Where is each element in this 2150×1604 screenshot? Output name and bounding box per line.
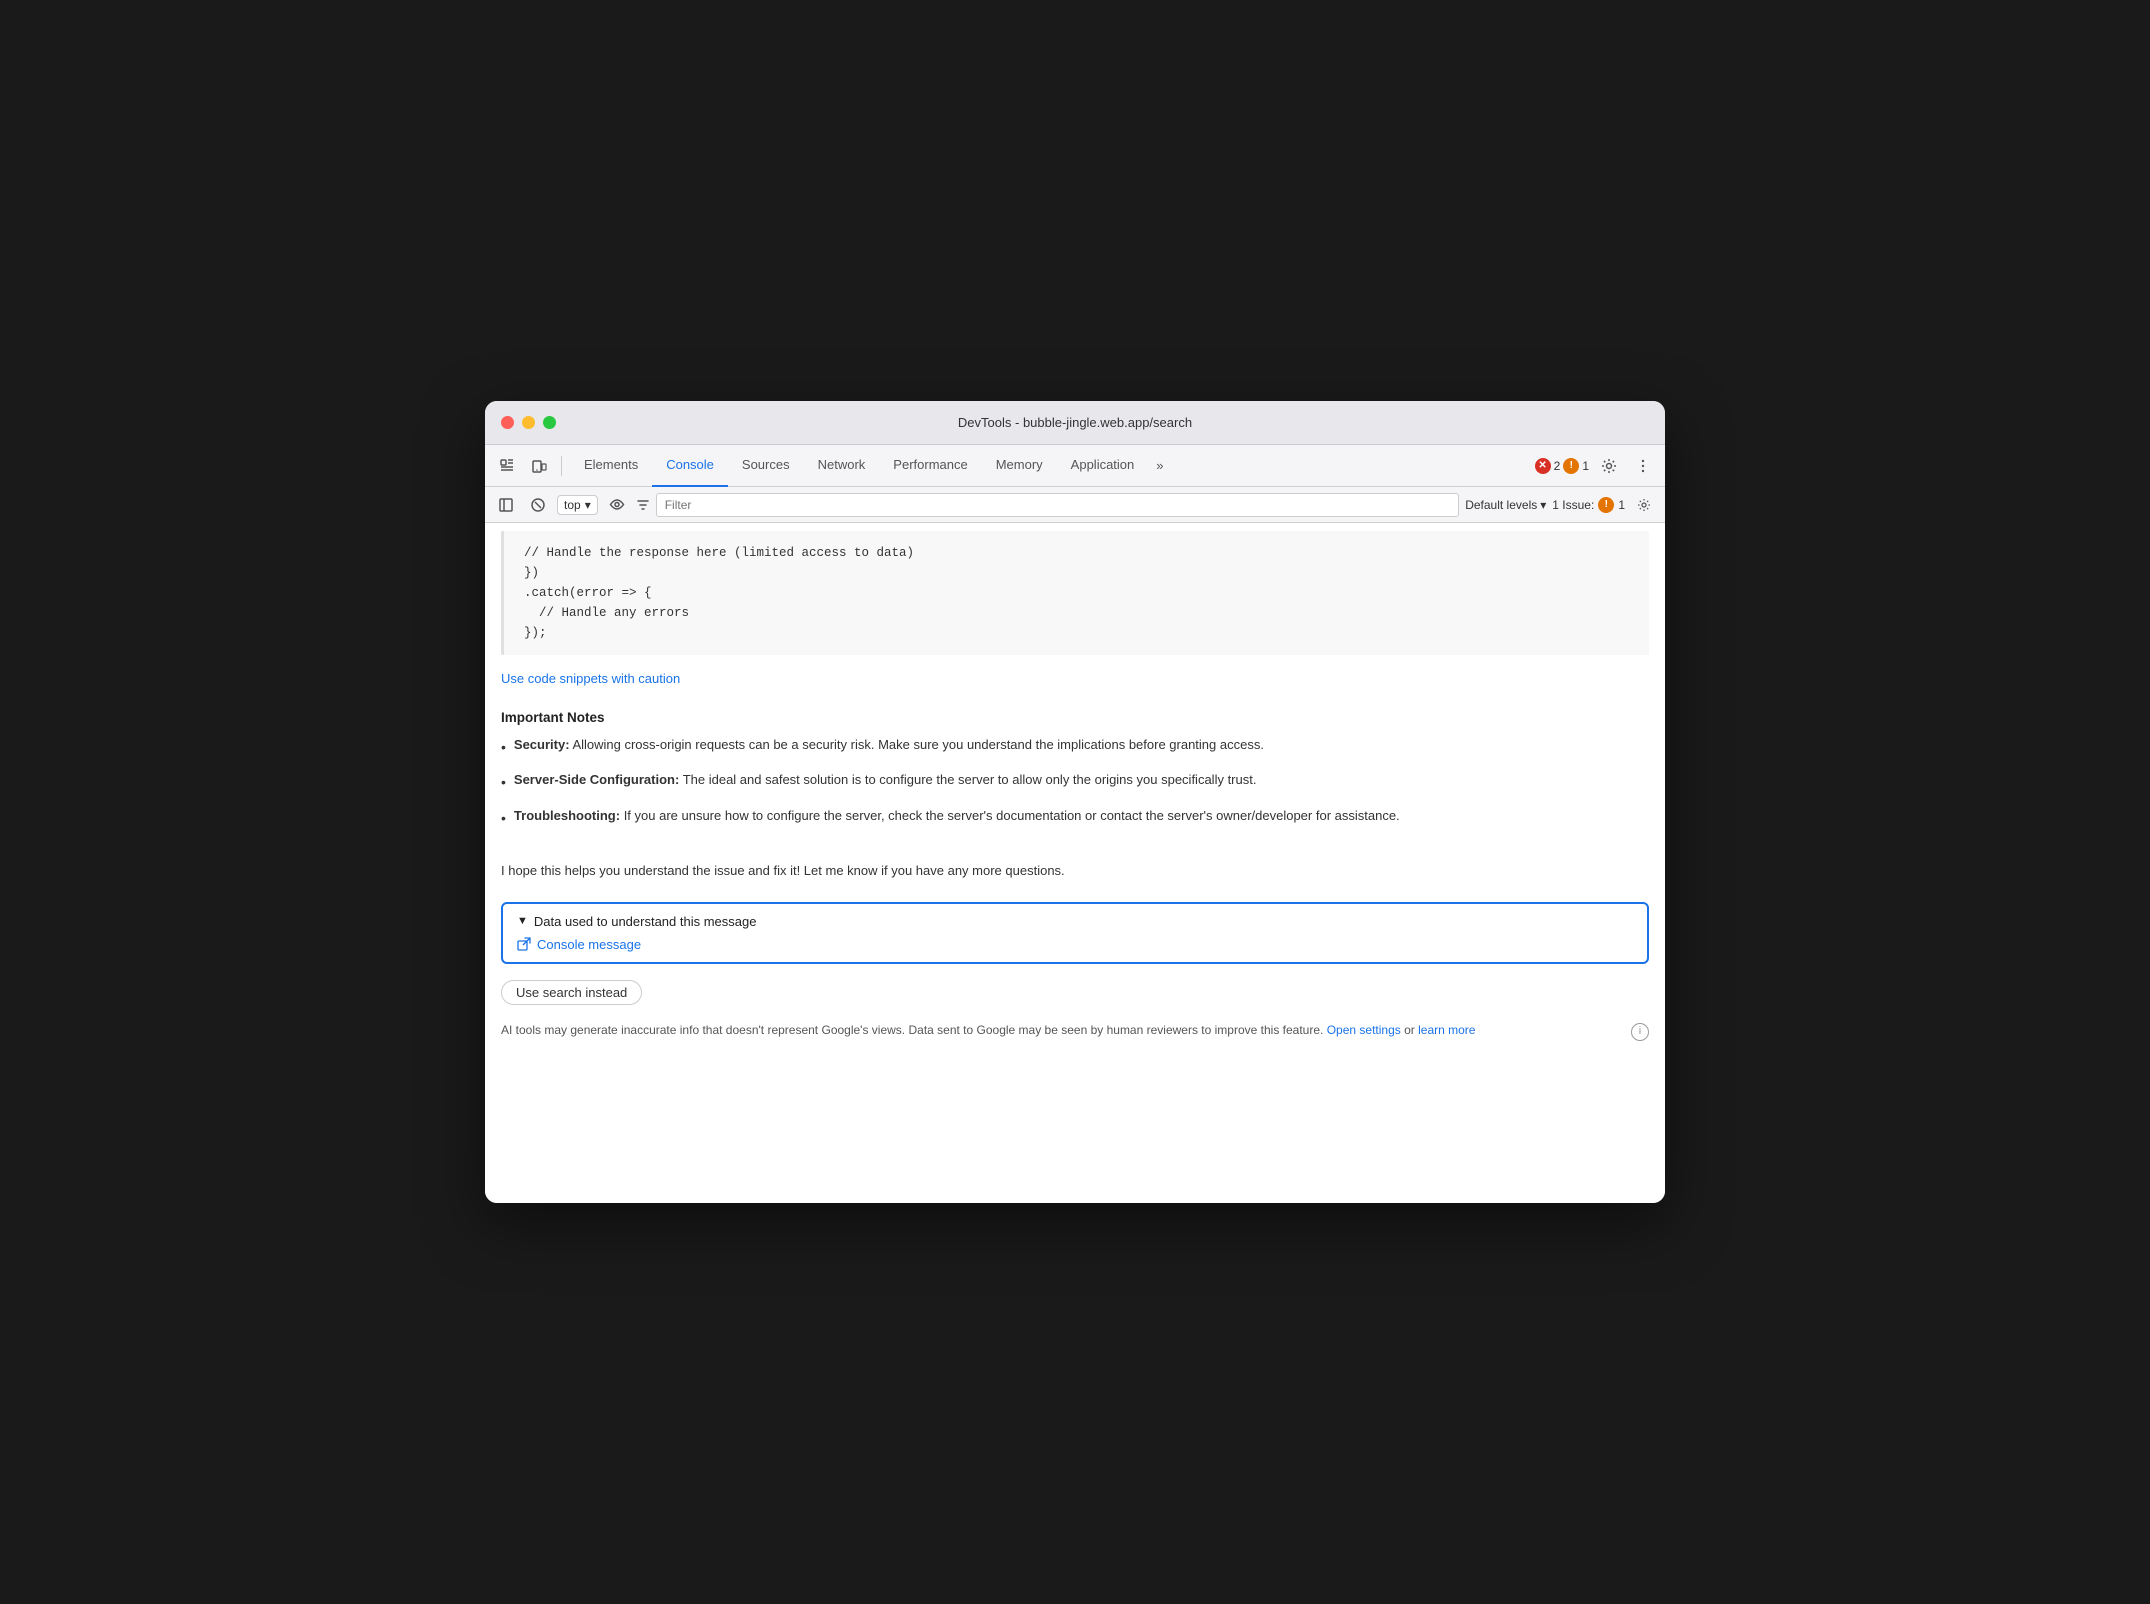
use-search-container: Use search instead (485, 972, 1665, 1013)
sidebar-icon (499, 498, 513, 512)
clear-icon (531, 498, 545, 512)
code-line-2: }) (524, 563, 1629, 583)
console-content: // Handle the response here (limited acc… (485, 523, 1665, 1203)
error-icon: ✕ (1535, 458, 1551, 474)
note-troubleshooting: Troubleshooting: If you are unsure how t… (501, 806, 1649, 829)
code-block: // Handle the response here (limited acc… (501, 531, 1649, 655)
note-server-config-text: The ideal and safest solution is to conf… (683, 772, 1257, 787)
caution-link[interactable]: Use code snippets with caution (501, 671, 680, 686)
important-notes-title: Important Notes (501, 710, 1649, 725)
toolbar-right: ✕ 2 ! 1 (1535, 452, 1657, 480)
external-link-icon (517, 937, 531, 951)
error-count-badge: ✕ 2 ! 1 (1535, 458, 1589, 474)
inspect-icon (499, 458, 515, 474)
minimize-button[interactable] (522, 416, 535, 429)
learn-more-link[interactable]: learn more (1418, 1023, 1475, 1037)
tab-application[interactable]: Application (1057, 445, 1149, 487)
eye-button[interactable] (604, 492, 630, 518)
settings-button[interactable] (1595, 452, 1623, 480)
chevron-down-icon-levels: ▾ (1540, 498, 1546, 512)
console-gear-icon (1637, 498, 1651, 512)
close-button[interactable] (501, 416, 514, 429)
note-server-config-bold: Server-Side Configuration: (514, 772, 679, 787)
warn-icon: ! (1563, 458, 1579, 474)
code-line-1: // Handle the response here (limited acc… (524, 543, 1629, 563)
console-toolbar: top ▾ Default levels ▾ 1 Issue: ! 1 (485, 487, 1665, 523)
filter-input[interactable] (656, 493, 1459, 517)
code-line-4: // Handle any errors (524, 603, 1629, 623)
clear-console-button[interactable] (525, 492, 551, 518)
info-icon: i (1631, 1023, 1649, 1041)
tab-sources[interactable]: Sources (728, 445, 804, 487)
use-search-button[interactable]: Use search instead (501, 980, 642, 1005)
device-icon (531, 458, 547, 474)
caution-section: Use code snippets with caution (485, 663, 1665, 702)
notes-list: Security: Allowing cross-origin requests… (501, 735, 1649, 829)
disclaimer-text: AI tools may generate inaccurate info th… (501, 1021, 1623, 1040)
issue-warn-icon: ! (1598, 497, 1614, 513)
console-settings-button[interactable] (1631, 492, 1657, 518)
tab-network[interactable]: Network (804, 445, 880, 487)
default-levels-selector[interactable]: Default levels ▾ (1465, 498, 1546, 512)
console-message-link[interactable]: Console message (517, 937, 1633, 952)
tab-elements[interactable]: Elements (570, 445, 652, 487)
tab-console[interactable]: Console (652, 445, 728, 487)
data-used-header[interactable]: ▼ Data used to understand this message (517, 914, 1633, 929)
more-icon (1635, 458, 1651, 474)
tabs-overflow-button[interactable]: » (1148, 445, 1171, 487)
maximize-button[interactable] (543, 416, 556, 429)
important-notes-section: Important Notes Security: Allowing cross… (485, 702, 1665, 857)
titlebar: DevTools - bubble-jingle.web.app/search (485, 401, 1665, 445)
gear-icon (1601, 458, 1617, 474)
sidebar-toggle-button[interactable] (493, 492, 519, 518)
window-title: DevTools - bubble-jingle.web.app/search (958, 415, 1192, 430)
tab-performance[interactable]: Performance (879, 445, 981, 487)
inspect-element-button[interactable] (493, 452, 521, 480)
chevron-down-icon: ▾ (585, 498, 591, 512)
note-security-text: Allowing cross-origin requests can be a … (572, 737, 1264, 752)
tab-memory[interactable]: Memory (982, 445, 1057, 487)
footer-disclaimer: AI tools may generate inaccurate info th… (485, 1013, 1665, 1057)
note-server-config: Server-Side Configuration: The ideal and… (501, 770, 1649, 793)
context-selector[interactable]: top ▾ (557, 495, 598, 515)
note-security: Security: Allowing cross-origin requests… (501, 735, 1649, 758)
triangle-icon: ▼ (517, 915, 528, 927)
open-settings-link[interactable]: Open settings (1327, 1023, 1401, 1037)
note-troubleshooting-bold: Troubleshooting: (514, 808, 620, 823)
hope-text: I hope this helps you understand the iss… (485, 857, 1665, 894)
eye-icon (609, 499, 625, 510)
note-troubleshooting-text: If you are unsure how to configure the s… (624, 808, 1400, 823)
filter-icon (636, 498, 650, 512)
tabs-container: Elements Console Sources Network Perform… (570, 445, 1531, 487)
devtools-window: DevTools - bubble-jingle.web.app/search … (485, 401, 1665, 1203)
note-security-bold: Security: (514, 737, 570, 752)
code-line-5: }); (524, 623, 1629, 643)
more-options-button[interactable] (1629, 452, 1657, 480)
main-toolbar: Elements Console Sources Network Perform… (485, 445, 1665, 487)
issue-badge: 1 Issue: ! 1 (1552, 497, 1625, 513)
toolbar-divider (561, 456, 562, 476)
code-line-3: .catch(error => { (524, 583, 1629, 603)
window-controls (501, 416, 556, 429)
data-used-section: ▼ Data used to understand this message C… (501, 902, 1649, 964)
device-toggle-button[interactable] (525, 452, 553, 480)
